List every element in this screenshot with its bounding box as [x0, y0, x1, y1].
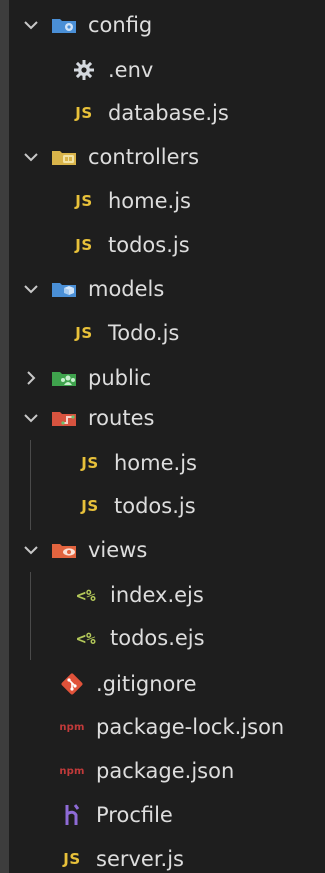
tree-item-label: database.js: [108, 101, 229, 125]
tree-item-label: public: [88, 366, 152, 390]
tree-file-env[interactable]: .env: [0, 49, 325, 91]
tree-folder-controllers[interactable]: controllers: [0, 136, 325, 178]
tree-item-label: .env: [108, 58, 154, 82]
tree-folder-views[interactable]: views: [0, 529, 325, 571]
js-file-icon: JS: [75, 236, 93, 254]
tree-item-label: package.json: [96, 759, 235, 783]
chevron-down-icon[interactable]: [20, 407, 42, 429]
folder-config-icon: [50, 13, 78, 37]
heroku-icon: [58, 803, 86, 827]
tree-item-label: server.js: [96, 847, 184, 871]
tree-file-database-js[interactable]: JS database.js: [0, 92, 325, 134]
tree-file-routes-todos-js[interactable]: JS todos.js: [0, 485, 325, 527]
js-file-icon: JS: [75, 192, 93, 210]
folder-routes-icon: [50, 406, 78, 430]
tree-item-label: routes: [88, 406, 155, 430]
chevron-down-icon[interactable]: [20, 14, 42, 36]
js-file-icon: JS: [75, 104, 93, 122]
git-icon: [58, 672, 86, 696]
tree-folder-models[interactable]: models: [0, 268, 325, 310]
npm-icon: npm: [59, 765, 85, 777]
tree-folder-routes[interactable]: routes: [0, 397, 325, 439]
js-file-icon: JS: [63, 850, 81, 868]
tree-item-label: package-lock.json: [96, 715, 285, 739]
tree-file-routes-home-js[interactable]: JS home.js: [0, 442, 325, 484]
tree-file-todos-js[interactable]: JS todos.js: [0, 224, 325, 266]
tree-file-gitignore[interactable]: .gitignore: [0, 663, 325, 705]
js-file-icon: JS: [81, 497, 99, 515]
chevron-down-icon[interactable]: [20, 539, 42, 561]
tree-item-label: config: [88, 13, 153, 37]
tree-folder-public[interactable]: public: [0, 357, 325, 399]
tree-item-label: home.js: [108, 189, 191, 213]
js-file-icon: JS: [75, 324, 93, 342]
ejs-file-icon: <%: [76, 628, 96, 648]
tree-item-label: .gitignore: [96, 672, 197, 696]
folder-views-icon: [50, 538, 78, 562]
tree-folder-config[interactable]: config: [0, 4, 325, 46]
tree-item-label: controllers: [88, 145, 200, 169]
tree-file-index-ejs[interactable]: <% index.ejs: [0, 574, 325, 616]
folder-models-icon: [50, 277, 78, 301]
tree-item-label: todos.js: [108, 233, 190, 257]
tree-file-todos-ejs[interactable]: <% todos.ejs: [0, 617, 325, 659]
chevron-down-icon[interactable]: [20, 278, 42, 300]
tree-item-label: Procfile: [96, 803, 173, 827]
tree-item-label: models: [88, 277, 165, 301]
file-explorer: config .env JS database.js controllers J…: [0, 0, 325, 873]
tree-item-label: index.ejs: [110, 583, 204, 607]
tree-file-server-js[interactable]: JS server.js: [0, 838, 325, 873]
tree-file-package-json[interactable]: npm package.json: [0, 750, 325, 792]
folder-public-icon: [50, 366, 78, 390]
tree-item-label: views: [88, 538, 148, 562]
tree-file-procfile[interactable]: Procfile: [0, 794, 325, 836]
tree-file-todo-js[interactable]: JS Todo.js: [0, 312, 325, 354]
tree-item-label: Todo.js: [108, 321, 180, 345]
tree-item-label: todos.ejs: [110, 626, 205, 650]
tree-file-package-lock-json[interactable]: npm package-lock.json: [0, 706, 325, 748]
tree-item-label: todos.js: [114, 494, 196, 518]
js-file-icon: JS: [81, 454, 99, 472]
ejs-file-icon: <%: [76, 585, 96, 605]
folder-controllers-icon: [50, 145, 78, 169]
tree-file-home-js[interactable]: JS home.js: [0, 180, 325, 222]
chevron-down-icon[interactable]: [20, 146, 42, 168]
npm-icon: npm: [59, 721, 85, 733]
tree-item-label: home.js: [114, 451, 197, 475]
chevron-right-icon[interactable]: [20, 367, 42, 389]
gear-icon: [70, 58, 98, 82]
